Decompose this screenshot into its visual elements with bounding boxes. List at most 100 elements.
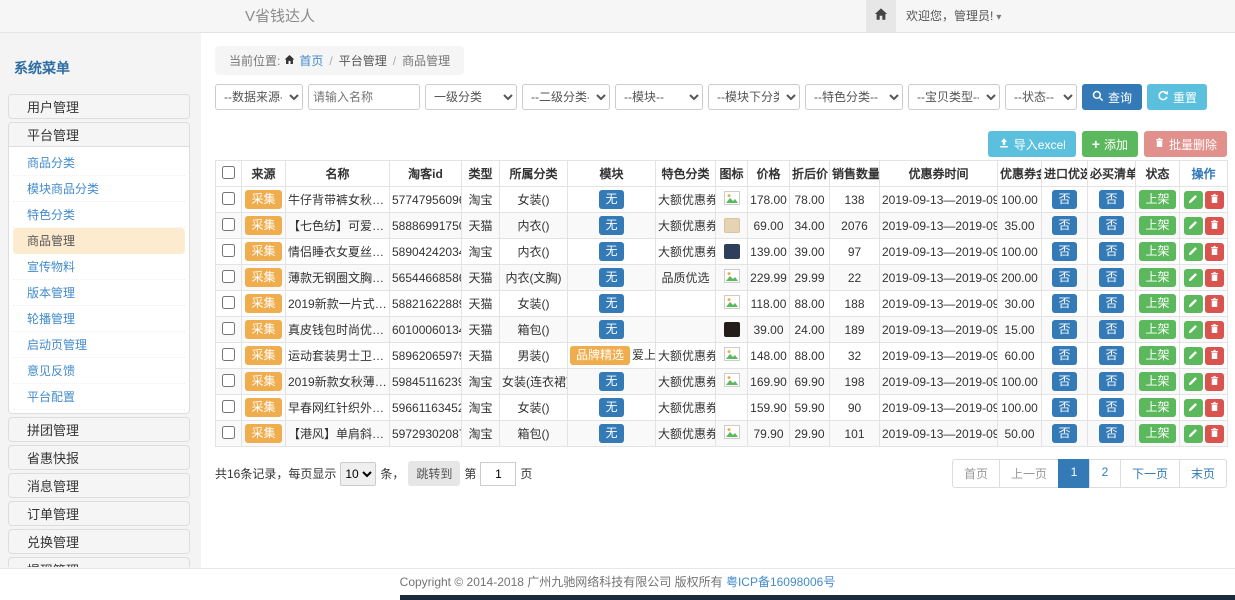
sidebar-item-拼团管理[interactable]: 拼团管理 <box>8 417 190 442</box>
filter-select---状态--[interactable]: --状态-- <box>1005 84 1077 110</box>
status-badge[interactable]: 上架 <box>1139 216 1175 234</box>
delete-button[interactable] <box>1205 295 1224 313</box>
status-badge[interactable]: 上架 <box>1139 398 1175 416</box>
status-badge[interactable]: 上架 <box>1139 372 1175 390</box>
sidebar-subitem-商品分类[interactable]: 商品分类 <box>13 150 185 176</box>
data-source-select[interactable]: --数据来源-- <box>215 84 303 110</box>
sidebar-subitem-特色分类[interactable]: 特色分类 <box>13 202 185 228</box>
import-select-toggle[interactable]: 否 <box>1052 398 1076 416</box>
row-checkbox[interactable] <box>222 374 235 387</box>
delete-button[interactable] <box>1205 347 1224 365</box>
pager-button-末页[interactable]: 末页 <box>1179 459 1227 488</box>
edit-button[interactable] <box>1184 243 1203 261</box>
name-search-input[interactable] <box>308 84 420 110</box>
edit-button[interactable] <box>1184 269 1203 287</box>
sidebar-subitem-模块商品分类[interactable]: 模块商品分类 <box>13 176 185 202</box>
module-badge[interactable]: 无 <box>599 372 623 390</box>
home-button[interactable] <box>866 0 896 32</box>
row-checkbox[interactable] <box>222 322 235 335</box>
filter-select---特色分类--[interactable]: --特色分类-- <box>805 84 903 110</box>
module-badge[interactable]: 无 <box>599 424 623 442</box>
import-select-toggle[interactable]: 否 <box>1052 372 1076 390</box>
delete-button[interactable] <box>1205 191 1224 209</box>
import-select-toggle[interactable]: 否 <box>1052 424 1076 442</box>
icp-link[interactable]: 粤ICP备16098006号 <box>726 575 835 589</box>
select-all-checkbox[interactable] <box>222 166 235 179</box>
edit-button[interactable] <box>1184 373 1203 391</box>
import-select-toggle[interactable]: 否 <box>1052 242 1076 260</box>
add-button[interactable]: + 添加 <box>1082 131 1138 157</box>
filter-select-一级分类[interactable]: 一级分类 <box>425 84 517 110</box>
filter-select---模块--[interactable]: --模块-- <box>615 84 703 110</box>
must-buy-toggle[interactable]: 否 <box>1099 242 1123 260</box>
must-buy-toggle[interactable]: 否 <box>1099 268 1123 286</box>
module-badge[interactable]: 无 <box>599 242 623 260</box>
row-checkbox[interactable] <box>222 192 235 205</box>
delete-button[interactable] <box>1205 217 1224 235</box>
module-badge[interactable]: 无 <box>599 294 623 312</box>
sidebar-item-平台管理[interactable]: 平台管理 <box>8 122 190 147</box>
batch-delete-button[interactable]: 批量删除 <box>1144 131 1227 157</box>
sidebar-item-用户管理[interactable]: 用户管理 <box>8 94 190 119</box>
sidebar-subitem-版本管理[interactable]: 版本管理 <box>13 280 185 306</box>
edit-button[interactable] <box>1184 321 1203 339</box>
status-badge[interactable]: 上架 <box>1139 294 1175 312</box>
status-badge[interactable]: 上架 <box>1139 320 1175 338</box>
row-checkbox[interactable] <box>222 296 235 309</box>
sidebar-subitem-意见反馈[interactable]: 意见反馈 <box>13 358 185 384</box>
delete-button[interactable] <box>1205 425 1224 443</box>
module-badge[interactable]: 无 <box>599 320 623 338</box>
row-checkbox[interactable] <box>222 348 235 361</box>
must-buy-toggle[interactable]: 否 <box>1099 346 1123 364</box>
delete-button[interactable] <box>1205 399 1224 417</box>
query-button[interactable]: 查询 <box>1082 84 1142 110</box>
delete-button[interactable] <box>1205 321 1224 339</box>
delete-button[interactable] <box>1205 373 1224 391</box>
sidebar-subitem-启动页管理[interactable]: 启动页管理 <box>13 332 185 358</box>
must-buy-toggle[interactable]: 否 <box>1099 216 1123 234</box>
edit-button[interactable] <box>1184 191 1203 209</box>
status-badge[interactable]: 上架 <box>1139 346 1175 364</box>
sidebar-subitem-平台配置[interactable]: 平台配置 <box>13 384 185 410</box>
import-select-toggle[interactable]: 否 <box>1052 294 1076 312</box>
edit-button[interactable] <box>1184 399 1203 417</box>
filter-select---宝贝类型--[interactable]: --宝贝类型-- <box>908 84 1000 110</box>
pager-button-下一页[interactable]: 下一页 <box>1120 459 1180 488</box>
edit-button[interactable] <box>1184 295 1203 313</box>
pager-button-首页[interactable]: 首页 <box>952 459 1000 488</box>
sidebar-item-提现管理[interactable]: 提现管理 <box>8 557 190 567</box>
status-badge[interactable]: 上架 <box>1139 242 1175 260</box>
sidebar-item-省惠快报[interactable]: 省惠快报 <box>8 445 190 470</box>
user-menu[interactable]: 欢迎您，管理员!▾ <box>906 0 1001 34</box>
delete-button[interactable] <box>1205 269 1224 287</box>
pager-button-1[interactable]: 1 <box>1058 459 1090 488</box>
must-buy-toggle[interactable]: 否 <box>1099 294 1123 312</box>
row-checkbox[interactable] <box>222 426 235 439</box>
import-select-toggle[interactable]: 否 <box>1052 190 1076 208</box>
import-select-toggle[interactable]: 否 <box>1052 346 1076 364</box>
breadcrumb-home-link[interactable]: 首页 <box>299 52 323 69</box>
delete-button[interactable] <box>1205 243 1224 261</box>
sidebar-subitem-轮播管理[interactable]: 轮播管理 <box>13 306 185 332</box>
edit-button[interactable] <box>1184 425 1203 443</box>
must-buy-toggle[interactable]: 否 <box>1099 398 1123 416</box>
row-checkbox[interactable] <box>222 218 235 231</box>
import-excel-button[interactable]: 导入excel <box>988 131 1076 157</box>
import-select-toggle[interactable]: 否 <box>1052 320 1076 338</box>
module-badge[interactable]: 无 <box>599 398 623 416</box>
sidebar-subitem-宣传物料[interactable]: 宣传物料 <box>13 254 185 280</box>
row-checkbox[interactable] <box>222 270 235 283</box>
must-buy-toggle[interactable]: 否 <box>1099 320 1123 338</box>
jump-button[interactable]: 跳转到 <box>408 461 460 486</box>
filter-select---模块下分类--[interactable]: --模块下分类-- <box>708 84 800 110</box>
pager-button-2[interactable]: 2 <box>1089 459 1121 488</box>
must-buy-toggle[interactable]: 否 <box>1099 190 1123 208</box>
import-select-toggle[interactable]: 否 <box>1052 216 1076 234</box>
module-badge[interactable]: 无 <box>599 216 623 234</box>
reset-button[interactable]: 重置 <box>1147 84 1207 110</box>
sidebar-item-兑换管理[interactable]: 兑换管理 <box>8 529 190 554</box>
sidebar-item-订单管理[interactable]: 订单管理 <box>8 501 190 526</box>
page-size-select[interactable]: 10 <box>340 462 376 486</box>
row-checkbox[interactable] <box>222 400 235 413</box>
edit-button[interactable] <box>1184 217 1203 235</box>
